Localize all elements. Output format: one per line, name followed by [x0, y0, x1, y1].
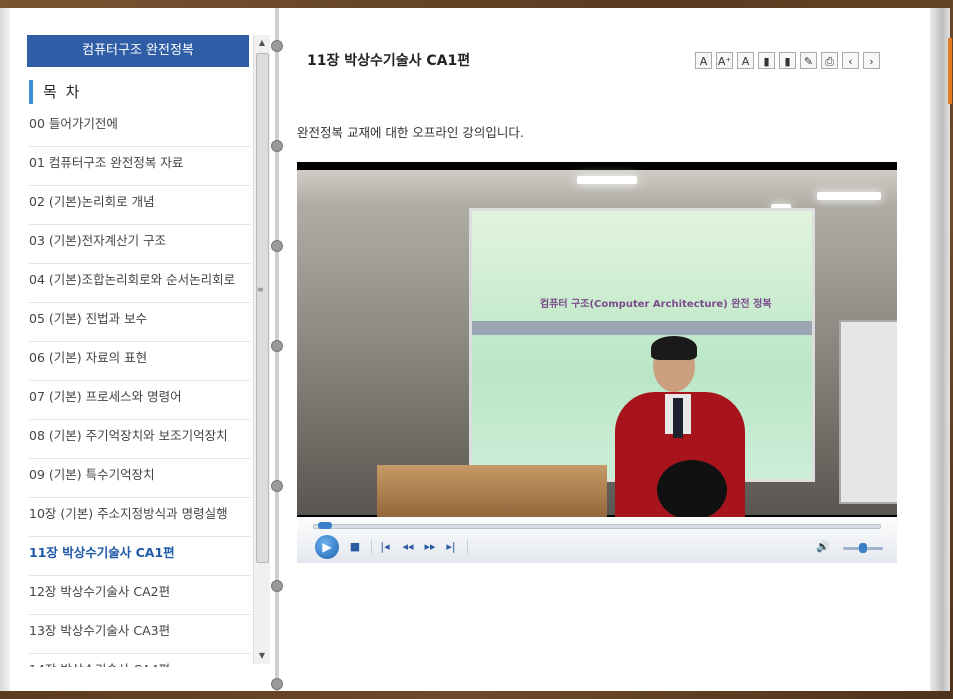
slide-band: [472, 321, 812, 335]
control-separator: [371, 539, 372, 555]
font-smaller-icon[interactable]: A: [695, 52, 712, 69]
slide-title: 컴퓨터 구조(Computer Architecture) 완전 정복: [540, 299, 772, 310]
toc-item[interactable]: 14장 박상수기술사 CA4편: [29, 654, 251, 667]
volume-knob[interactable]: [859, 543, 867, 553]
toc-item[interactable]: 04 (기본)조합논리회로와 순서논리회로: [29, 264, 251, 303]
stop-icon[interactable]: ■: [347, 537, 363, 557]
right-book-edge: [930, 8, 952, 691]
toc-item[interactable]: 03 (기본)전자계산기 구조: [29, 225, 251, 264]
volume-icon[interactable]: 🔊: [813, 537, 833, 557]
lecture-room-scene: 컴퓨터 구조(Computer Architecture) 완전 정복: [297, 170, 897, 517]
toc-sidebar: 컴퓨터구조 완전정복 목 차 00 들어가기전에 01 컴퓨터구조 완전정복 자료…: [17, 25, 253, 667]
scroll-down-icon[interactable]: ▼: [254, 648, 270, 664]
control-separator: [467, 539, 468, 555]
media-controls: ▶ ■ |◂ ◂◂ ▸▸ ▸| 🔊: [297, 517, 897, 563]
next-track-icon[interactable]: ▸|: [443, 537, 459, 557]
font-larger-icon[interactable]: A⁺: [716, 52, 733, 69]
toc-item[interactable]: 09 (기본) 특수기억장치: [29, 459, 251, 498]
toc-item[interactable]: 01 컴퓨터구조 완전정복 자료: [29, 147, 251, 186]
seek-bar[interactable]: [313, 522, 881, 529]
seek-knob[interactable]: [317, 522, 332, 529]
binding-ring: [271, 240, 283, 252]
binding-ring: [271, 40, 283, 52]
toc-item[interactable]: 07 (기본) 프로세스와 명령어: [29, 381, 251, 420]
fast-forward-icon[interactable]: ▸▸: [421, 537, 439, 557]
toc-item[interactable]: 12장 박상수기술사 CA2편: [29, 576, 251, 615]
toc-list: 00 들어가기전에 01 컴퓨터구조 완전정복 자료 02 (기본)논리회로 개념 0…: [29, 108, 251, 667]
binding-ring: [271, 340, 283, 352]
toc-item[interactable]: 08 (기본) 주기억장치와 보조기억장치: [29, 420, 251, 459]
binding-ring: [271, 480, 283, 492]
toc-scrollbar[interactable]: ▲ ≡ ▼: [253, 35, 270, 664]
toc-item[interactable]: 11장 박상수기술사 CA1편: [29, 537, 251, 576]
play-icon[interactable]: ▶: [315, 535, 339, 559]
lecturer-hair: [651, 336, 697, 360]
prev-page-icon[interactable]: ‹: [842, 52, 859, 69]
rewind-icon[interactable]: ◂◂: [399, 537, 417, 557]
toc-heading: 목 차: [29, 80, 81, 104]
scroll-grip-icon: ≡: [257, 285, 264, 294]
left-book-edge: [0, 8, 10, 691]
chapter-title: 11장 박상수기술사 CA1편: [307, 53, 471, 69]
font-reset-icon[interactable]: A: [737, 52, 754, 69]
print-icon[interactable]: ⎙: [821, 52, 838, 69]
toc-item[interactable]: 13장 박상수기술사 CA3편: [29, 615, 251, 654]
whiteboard: [839, 320, 897, 504]
toc-item[interactable]: 02 (기본)논리회로 개념: [29, 186, 251, 225]
binding-ring: [271, 678, 283, 690]
ceiling-light: [577, 176, 637, 184]
binding-ring: [271, 580, 283, 592]
video-frame[interactable]: 컴퓨터 구조(Computer Architecture) 완전 정복: [297, 162, 897, 517]
memo-icon[interactable]: ✎: [800, 52, 817, 69]
previous-track-icon[interactable]: |◂: [377, 537, 393, 557]
toc-item[interactable]: 05 (기본) 진법과 보수: [29, 303, 251, 342]
reader-toolbar: A A⁺ A ▮ ▮ ✎ ⎙ ‹ ›: [695, 52, 880, 69]
audience-head: [657, 460, 727, 517]
lecturer-tie: [673, 398, 683, 438]
toc-item[interactable]: 06 (기본) 자료의 표현: [29, 342, 251, 381]
toc-item[interactable]: 10장 (기본) 주소지정방식과 명령실행: [29, 498, 251, 537]
bookmark-list-icon[interactable]: ▮: [779, 52, 796, 69]
bookmark-icon[interactable]: ▮: [758, 52, 775, 69]
ceiling-light: [817, 192, 881, 200]
scroll-up-icon[interactable]: ▲: [254, 35, 270, 51]
page-tab[interactable]: [948, 38, 952, 104]
toc-item[interactable]: 00 들어가기전에: [29, 108, 251, 147]
podium: [377, 465, 607, 517]
binding-ring: [271, 140, 283, 152]
chapter-description: 완전정복 교재에 대한 오프라인 강의입니다.: [297, 125, 524, 140]
scroll-thumb[interactable]: [256, 53, 269, 563]
next-page-icon[interactable]: ›: [863, 52, 880, 69]
book-title-header: 컴퓨터구조 완전정복: [27, 35, 249, 67]
